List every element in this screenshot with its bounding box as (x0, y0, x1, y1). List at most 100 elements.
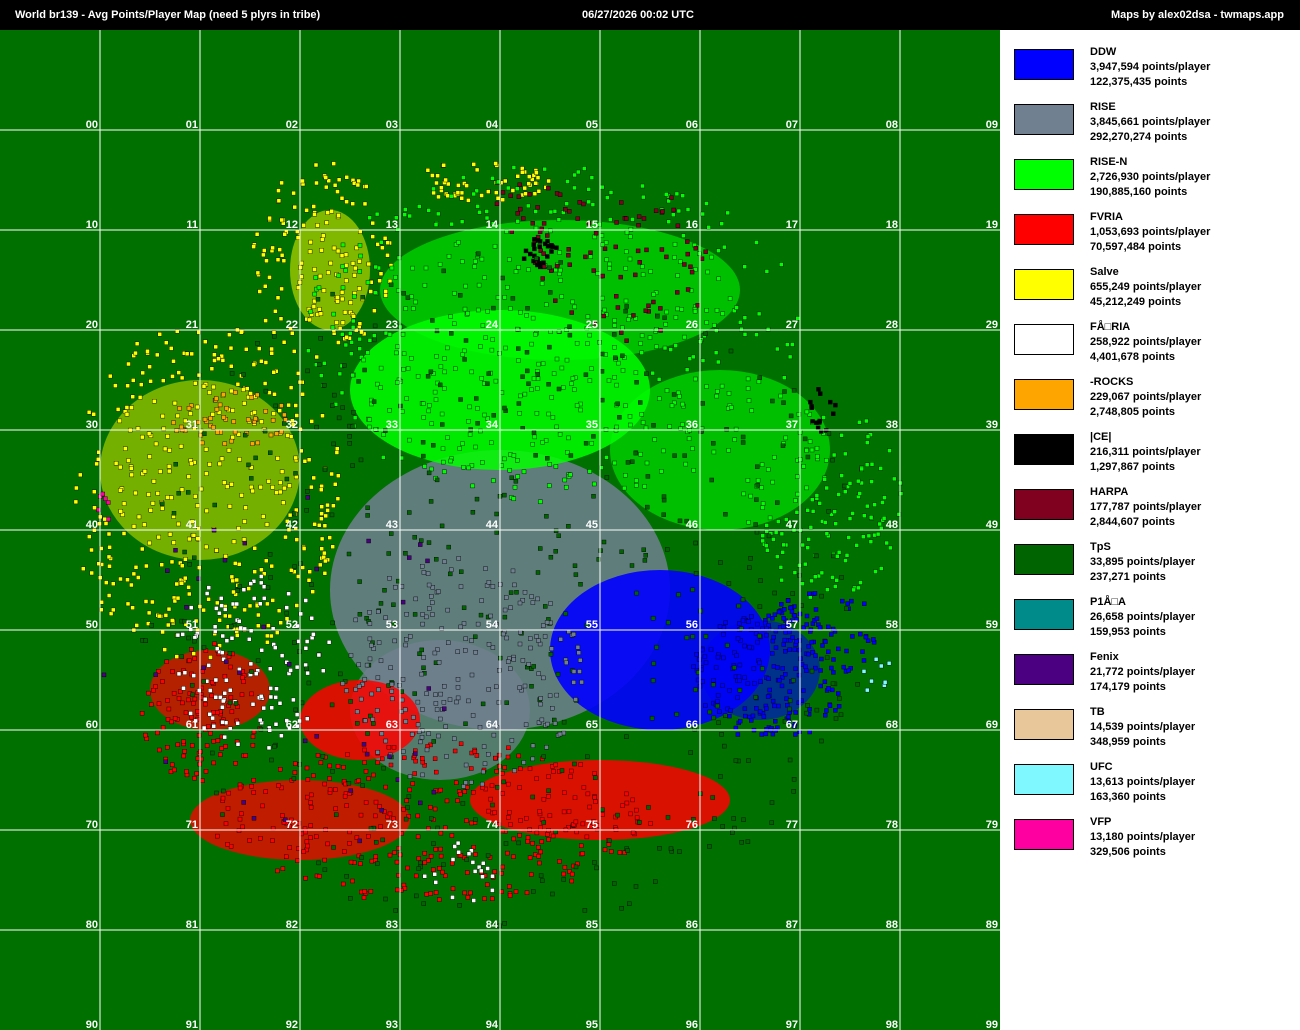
village-dot (760, 533, 765, 538)
village-dot (381, 765, 386, 771)
village-dot (723, 512, 728, 517)
village-dot (468, 890, 473, 896)
village-dot (439, 523, 445, 529)
village-dot (602, 307, 607, 313)
village-dot (174, 428, 179, 433)
village-dot (420, 756, 425, 761)
village-dot (473, 650, 478, 655)
village-dot (607, 838, 612, 843)
legend-color-swatch (1014, 489, 1074, 520)
village-dot (107, 545, 112, 550)
village-dot (254, 231, 260, 237)
village-dot (279, 653, 285, 658)
village-dot (844, 553, 850, 558)
village-dot (550, 833, 556, 839)
world-map-canvas[interactable]: 00 01 02 03 04 05 06 07 08 0910 11 12 13 14 15 16 17 18 19… (0, 30, 1000, 1030)
village-dot (530, 600, 536, 605)
village-dot (511, 453, 517, 458)
village-dot (436, 660, 442, 665)
village-dot (805, 454, 811, 460)
village-dot (192, 656, 198, 661)
village-dot (803, 664, 808, 669)
village-dot (272, 392, 277, 397)
village-dot (474, 167, 480, 173)
village-dot (395, 380, 400, 385)
village-dot (236, 619, 242, 624)
village-dot (340, 332, 345, 337)
village-dot (605, 195, 610, 200)
village-dot (264, 558, 269, 563)
continent-label: 09 (986, 119, 998, 131)
village-dot (604, 455, 609, 460)
village-dot (203, 339, 208, 344)
village-dot (401, 367, 406, 372)
village-dot (222, 557, 228, 563)
village-dot (856, 478, 861, 484)
village-dot (275, 630, 280, 635)
village-dot (263, 409, 268, 414)
village-dot (186, 474, 192, 479)
village-dot (340, 681, 345, 686)
village-dot (416, 856, 421, 861)
village-dot (606, 378, 612, 383)
village-dot (772, 455, 777, 460)
village-dot (546, 411, 551, 417)
village-dot (550, 891, 555, 897)
village-dot (780, 443, 786, 448)
continent-label: 54 (486, 619, 499, 631)
village-dot (445, 193, 450, 199)
village-dot (531, 242, 536, 247)
village-dot (546, 178, 551, 184)
village-dot (490, 337, 495, 342)
village-dot (879, 663, 884, 669)
village-dot (554, 263, 560, 269)
village-dot (415, 699, 421, 705)
village-dot (718, 560, 723, 565)
village-dot (771, 634, 776, 640)
village-dot (807, 707, 812, 712)
village-dot (435, 825, 440, 831)
village-dot (462, 789, 467, 794)
village-dot (319, 373, 324, 378)
village-dot (531, 889, 536, 894)
village-dot (372, 337, 377, 343)
village-dot (348, 331, 353, 336)
village-dot (480, 785, 485, 790)
village-dot (801, 688, 806, 693)
world-map[interactable]: 00 01 02 03 04 05 06 07 08 09 10 11 12 13 14 15 16 17 18 19… (0, 30, 1000, 1030)
village-dot (309, 792, 314, 798)
continent-label: 30 (86, 419, 98, 431)
legend-avg-points: 14,539 points/player (1090, 721, 1196, 733)
village-dot (497, 351, 502, 356)
village-dot (754, 332, 759, 337)
village-dot (351, 318, 356, 324)
village-dot (421, 901, 426, 906)
continent-label: 01 (186, 119, 198, 131)
village-dot (624, 230, 630, 235)
village-dot (443, 177, 448, 183)
village-dot (839, 473, 844, 478)
village-dot (685, 251, 690, 257)
map-credit: Maps by alex02dsa - twmaps.app (1110, 9, 1284, 21)
village-dot (378, 385, 383, 390)
village-dot (229, 482, 234, 487)
village-dot (186, 591, 192, 597)
village-dot (352, 415, 358, 420)
village-dot (513, 269, 519, 275)
village-dot (246, 586, 252, 591)
village-dot (446, 544, 451, 550)
village-dot (585, 754, 590, 759)
village-dot (836, 691, 841, 696)
legend-total-points: 348,959 points (1090, 736, 1166, 748)
village-dot (557, 271, 562, 276)
village-dot (668, 347, 673, 352)
village-dot (325, 210, 330, 215)
village-dot (587, 332, 592, 338)
village-dot (360, 295, 365, 300)
legend-text: P1Å□A 26,658 points/player 159,953 points (1090, 595, 1195, 640)
legend-color-swatch (1014, 709, 1074, 740)
village-dot (582, 166, 587, 171)
village-dot (367, 417, 372, 422)
village-dot (336, 273, 341, 278)
village-dot (465, 311, 470, 316)
